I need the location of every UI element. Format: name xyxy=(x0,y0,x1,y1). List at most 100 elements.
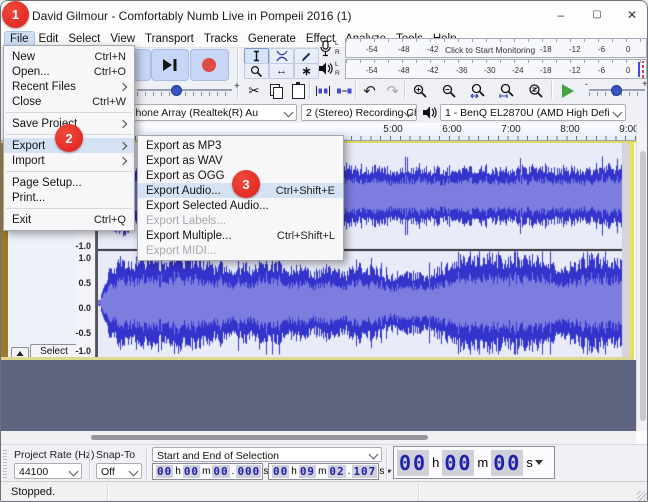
menu-file[interactable]: File xyxy=(4,31,35,47)
export-as-mp3[interactable]: Export as MP3 xyxy=(138,138,343,153)
recording-meter[interactable]: -54 -48 -42 Click to Start Monitoring -1… xyxy=(345,38,647,58)
trim-audio-button[interactable] xyxy=(312,80,334,102)
export-multiple[interactable]: Export Multiple... Ctrl+Shift+L xyxy=(138,228,343,243)
menu-tracks[interactable]: Tracks xyxy=(199,32,243,46)
input-channels-value: 2 (Stereo) Recording Chann xyxy=(306,107,416,119)
resize-grip[interactable] xyxy=(637,491,647,501)
selection-tool-button[interactable] xyxy=(244,48,269,64)
zoom-selection-button[interactable] xyxy=(465,80,491,102)
multi-tool-button[interactable]: ∗ xyxy=(294,63,319,79)
meter-scale-label: -48 xyxy=(398,66,410,75)
play-speed-slider[interactable] xyxy=(611,85,622,96)
timeline-label: 6:00 xyxy=(442,124,462,135)
meter-level-indicator xyxy=(638,62,640,77)
zoom-in-button[interactable] xyxy=(407,80,433,102)
meter-scale-label: -54 xyxy=(366,66,378,75)
menu-generate[interactable]: Generate xyxy=(243,32,301,46)
project-rate-select[interactable]: 44100 xyxy=(14,463,82,479)
horizontal-scrollbar[interactable] xyxy=(1,431,636,444)
toolbar-separator xyxy=(386,449,388,479)
toolbar-separator xyxy=(355,81,357,99)
file-menu-print[interactable]: Print... xyxy=(4,190,134,205)
horizontal-scrollbar-thumb[interactable] xyxy=(91,435,428,440)
selection-end-field[interactable]: 00 h 09 m 02. 107 s xyxy=(268,463,393,480)
playback-volume-slider[interactable] xyxy=(171,85,182,96)
file-menu-page-setup[interactable]: Page Setup... xyxy=(4,175,134,190)
file-menu-open[interactable]: Open... Ctrl+O xyxy=(4,64,134,79)
output-device-select[interactable]: 1 - BenQ EL2870U (AMD High Defi xyxy=(440,104,626,121)
export-selected-audio[interactable]: Export Selected Audio... xyxy=(138,198,343,213)
playback-meter[interactable]: -54 -48 -42 -36 -30 -24 -18 -12 -6 0 xyxy=(345,59,647,79)
meter-scale-label: -30 xyxy=(484,66,496,75)
vertical-scrollbar-thumb[interactable] xyxy=(640,151,646,421)
microphone-icon[interactable] xyxy=(319,40,332,57)
file-menu-close[interactable]: Close Ctrl+W xyxy=(4,94,134,109)
file-menu-import[interactable]: Import xyxy=(4,153,134,168)
export-as-wav[interactable]: Export as WAV xyxy=(138,153,343,168)
paste-button[interactable] xyxy=(287,80,309,102)
toolbar-separator xyxy=(551,81,553,99)
monitoring-text[interactable]: Click to Start Monitoring xyxy=(445,45,535,55)
envelope-tool-button[interactable] xyxy=(269,48,294,64)
meter-scale-label: -18 xyxy=(540,45,552,54)
minimize-button[interactable]: – xyxy=(544,1,578,29)
draw-tool-button[interactable] xyxy=(294,48,319,64)
close-button[interactable]: ✕ xyxy=(615,1,647,29)
cut-button[interactable]: ✂ xyxy=(243,80,265,102)
file-menu-exit[interactable]: Exit Ctrl+Q xyxy=(4,212,134,227)
menu-view[interactable]: View xyxy=(105,32,140,46)
redo-button[interactable]: ↷ xyxy=(381,80,404,102)
status-text: Stopped. xyxy=(11,486,56,498)
zoom-out-button[interactable] xyxy=(436,80,462,102)
selection-start-field[interactable]: 00 h 00 m 00. 000 s xyxy=(152,463,277,480)
snap-to-label: Snap-To xyxy=(96,449,136,461)
toolbar-separator xyxy=(309,81,311,99)
timeshift-tool-button[interactable]: ↔ xyxy=(269,63,294,79)
ruler-label: 0.0 xyxy=(78,303,91,313)
vertical-scrollbar[interactable] xyxy=(636,123,647,431)
submenu-arrow-icon xyxy=(118,141,128,150)
zoom-toggle-button[interactable] xyxy=(523,80,549,102)
silence-audio-button[interactable] xyxy=(333,80,355,102)
selection-mode-select[interactable]: Start and End of Selection xyxy=(152,447,382,462)
record-button[interactable] xyxy=(190,49,229,81)
menu-select[interactable]: Select xyxy=(63,32,105,46)
speed-plus-mark: + xyxy=(642,79,648,90)
speaker-icon[interactable] xyxy=(318,61,333,76)
meter-ticks xyxy=(346,39,646,42)
zoom-tool-button[interactable] xyxy=(244,63,269,79)
envelope-icon xyxy=(275,50,288,62)
chevron-down-icon xyxy=(68,466,79,477)
play-at-speed-button[interactable] xyxy=(555,80,581,102)
title-bar: David Gilmour - Comfortably Numb Live in… xyxy=(1,1,647,31)
project-rate-label: Project Rate (Hz) xyxy=(14,449,95,461)
menu-separator xyxy=(6,112,132,113)
timeline-label: 8:00 xyxy=(560,124,580,135)
menu-transport[interactable]: Transport xyxy=(140,32,199,46)
submenu-arrow-icon xyxy=(118,156,128,165)
snap-to-select[interactable]: Off xyxy=(96,463,142,479)
zoom-fit-button[interactable] xyxy=(494,80,520,102)
collapse-triangle-icon xyxy=(16,351,24,356)
selection-toolbar: Project Rate (Hz) 44100 Snap-To Off Star… xyxy=(1,444,647,481)
export-midi: Export MIDI... xyxy=(146,244,217,257)
scissors-icon: ✂ xyxy=(248,83,260,98)
timeline-label: 5:00 xyxy=(383,124,403,135)
file-menu-new[interactable]: New Ctrl+N xyxy=(4,49,134,64)
maximize-button[interactable]: ▢ xyxy=(580,1,614,29)
menu-edit[interactable]: Edit xyxy=(34,32,64,46)
submenu-arrow-icon xyxy=(118,82,128,91)
status-bar: Stopped. xyxy=(1,481,647,501)
toolbar-grab-handle[interactable] xyxy=(3,449,7,478)
chevron-down-icon xyxy=(612,107,623,118)
input-channels-select[interactable]: 2 (Stereo) Recording Chann xyxy=(301,104,417,121)
audio-position-display[interactable]: 00 h 00 m 00 s xyxy=(393,446,555,479)
undo-button[interactable]: ↶ xyxy=(358,80,381,102)
export-labels: Export Labels... xyxy=(146,214,226,227)
record-icon xyxy=(202,58,216,72)
skip-to-end-button[interactable] xyxy=(151,49,189,81)
meter-ticks xyxy=(346,60,646,63)
file-menu-recent-files[interactable]: Recent Files xyxy=(4,79,134,94)
play-meter-L-label: L xyxy=(335,61,339,68)
copy-button[interactable] xyxy=(265,80,287,102)
